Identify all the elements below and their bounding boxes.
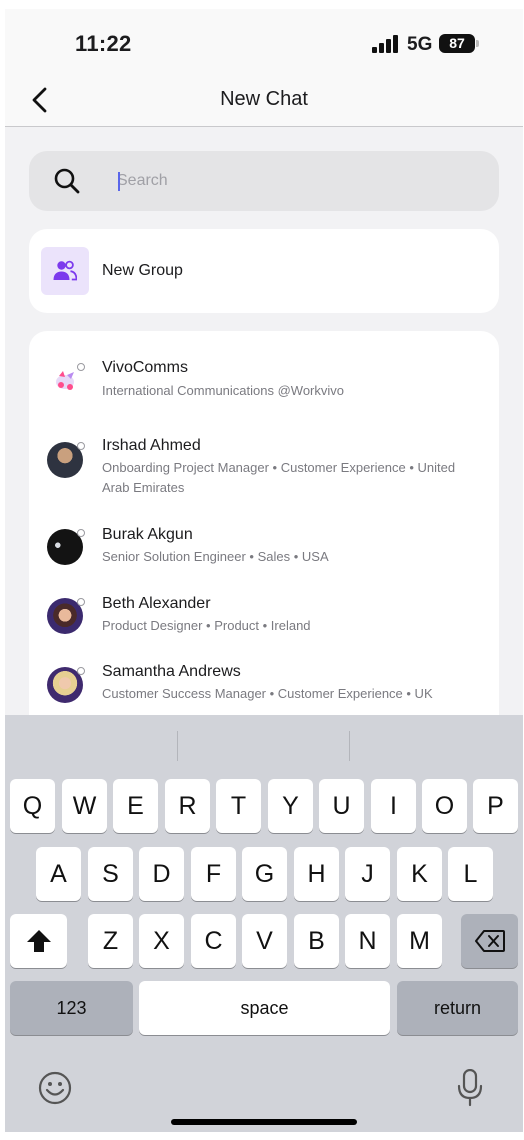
key-a[interactable]: A (36, 847, 81, 901)
new-group-icon-box (41, 247, 89, 295)
people-icon (53, 260, 77, 281)
contact-subtitle: Customer Success Manager • Customer Expe… (102, 686, 433, 701)
space-key[interactable]: space (139, 981, 390, 1035)
status-time: 11:22 (75, 31, 132, 56)
contact-subtitle: Product Designer • Product • Ireland (102, 618, 311, 633)
key-x[interactable]: X (139, 914, 184, 968)
key-l[interactable]: L (448, 847, 493, 901)
numbers-key[interactable]: 123 (10, 981, 133, 1035)
page-title: New Chat (220, 88, 308, 110)
shift-arrow-icon (26, 930, 51, 952)
contact-row-beth-alexander[interactable]: Beth Alexander Product Designer • Produc… (29, 581, 499, 641)
contact-name: Irshad Ahmed (102, 437, 201, 454)
contact-name: Samantha Andrews (102, 663, 241, 680)
contact-name: VivoComms (102, 359, 188, 376)
key-h[interactable]: H (294, 847, 339, 901)
search-bar[interactable] (29, 151, 499, 211)
presence-indicator (77, 529, 85, 537)
contact-row-irshad-ahmed[interactable]: Irshad Ahmed Onboarding Project Manager … (29, 411, 499, 501)
contact-subtitle: Senior Solution Engineer • Sales • USA (102, 549, 329, 564)
backspace-icon (474, 930, 505, 952)
contact-subtitle: Onboarding Project Manager • Customer Ex… (102, 460, 456, 495)
network-type: 5G (407, 34, 433, 55)
key-p[interactable]: P (473, 779, 518, 833)
contact-row-samantha-andrews[interactable]: Samantha Andrews Customer Success Manage… (29, 651, 499, 711)
key-j[interactable]: J (345, 847, 390, 901)
key-k[interactable]: K (397, 847, 442, 901)
on-screen-keyboard: Q W E R T Y U I O P A S D F G H J K L Z … (5, 715, 523, 1132)
cellular-signal-icon (372, 35, 398, 53)
search-input[interactable] (117, 164, 477, 198)
battery-icon: 87 (439, 34, 475, 53)
status-bar: 11:22 5G 87 (5, 9, 523, 71)
key-o[interactable]: O (422, 779, 467, 833)
backspace-key[interactable] (461, 914, 518, 968)
key-v[interactable]: V (242, 914, 287, 968)
shift-key[interactable] (10, 914, 67, 968)
key-y[interactable]: Y (268, 779, 313, 833)
key-d[interactable]: D (139, 847, 184, 901)
suggestion-divider (349, 731, 350, 761)
nav-bar: New Chat (5, 71, 523, 127)
new-group-label: New Group (102, 262, 183, 279)
contact-name: Beth Alexander (102, 595, 211, 612)
key-b[interactable]: B (294, 914, 339, 968)
presence-indicator (77, 598, 85, 606)
key-w[interactable]: W (62, 779, 107, 833)
contact-row-burak-akgun[interactable]: Burak Akgun Senior Solution Engineer • S… (29, 511, 499, 571)
presence-indicator (77, 667, 85, 675)
presence-indicator (77, 363, 85, 371)
battery-tip (476, 40, 479, 47)
key-g[interactable]: G (242, 847, 287, 901)
new-group-button[interactable]: New Group (29, 229, 499, 313)
key-m[interactable]: M (397, 914, 442, 968)
emoji-icon[interactable] (38, 1071, 72, 1105)
key-r[interactable]: R (165, 779, 210, 833)
key-f[interactable]: F (191, 847, 236, 901)
key-u[interactable]: U (319, 779, 364, 833)
contact-name: Burak Akgun (102, 526, 193, 543)
key-n[interactable]: N (345, 914, 390, 968)
key-c[interactable]: C (191, 914, 236, 968)
home-indicator[interactable] (171, 1119, 357, 1125)
key-z[interactable]: Z (88, 914, 133, 968)
contact-subtitle: International Communications @Workvivo (102, 383, 344, 398)
suggestion-divider (177, 731, 178, 761)
return-key[interactable]: return (397, 981, 518, 1035)
key-e[interactable]: E (113, 779, 158, 833)
text-caret (118, 172, 120, 191)
key-s[interactable]: S (88, 847, 133, 901)
key-q[interactable]: Q (10, 779, 55, 833)
key-t[interactable]: T (216, 779, 261, 833)
key-i[interactable]: I (371, 779, 416, 833)
presence-indicator (77, 442, 85, 450)
search-icon (54, 168, 80, 194)
contact-list: VivoComms International Communications @… (29, 331, 499, 751)
contact-row-vivocomms[interactable]: VivoComms International Communications @… (29, 331, 499, 399)
microphone-icon[interactable] (457, 1069, 483, 1107)
app-screen: 11:22 5G 87 New Chat Search New Group Vi… (5, 9, 523, 1132)
